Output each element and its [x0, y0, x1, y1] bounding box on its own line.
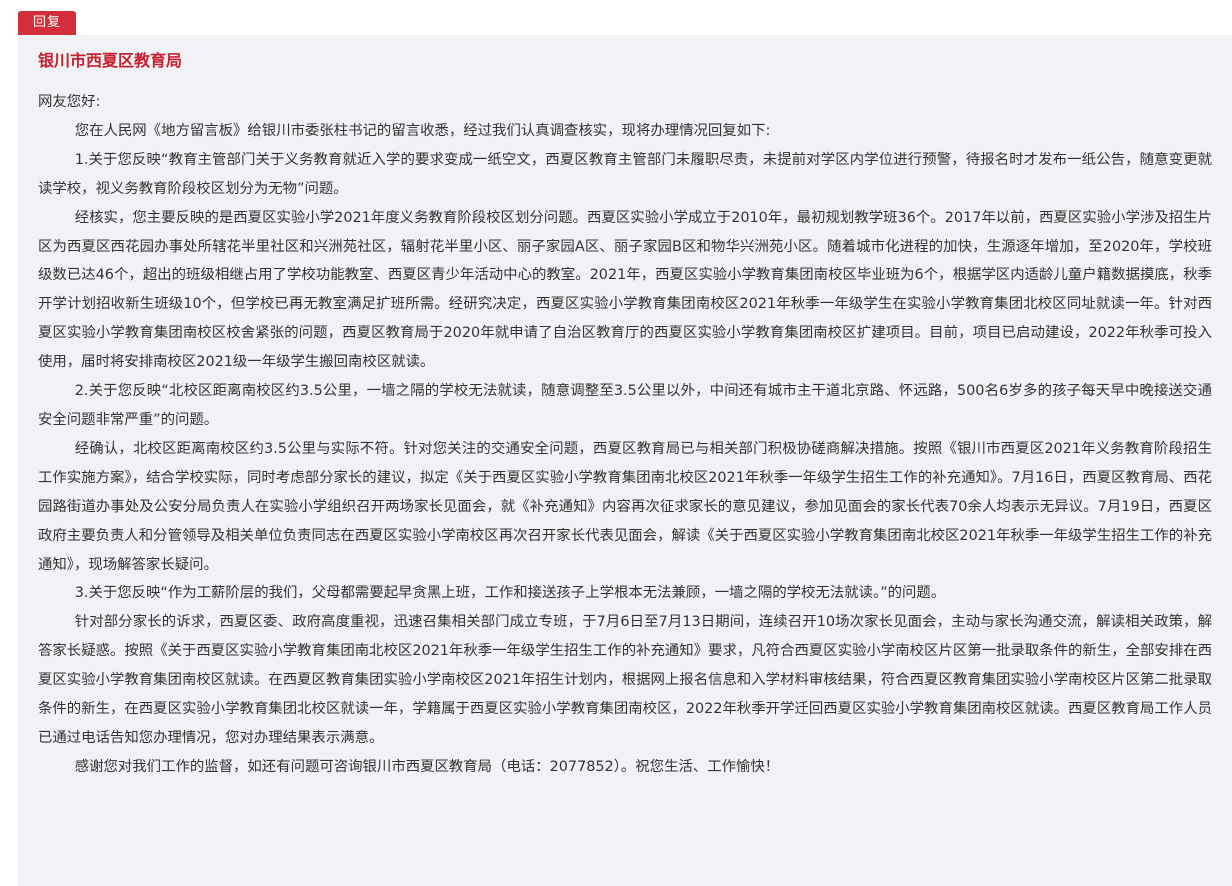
reply-paragraph-issue-2: 2.关于您反映“北校区距离南校区约3.5公里，一墙之隔的学校无法就读，随意调整至… — [38, 383, 1212, 428]
reply-paragraph-issue-1: 1.关于您反映“教育主管部门关于义务教育就近入学的要求变成一纸空文，西夏区教育主… — [38, 151, 1212, 197]
organization-title: 银川市西夏区教育局 — [38, 51, 183, 70]
reply-panel: 银川市西夏区教育局 网友您好: 您在人民网《地方留言板》给银川市委张柱书记的留言… — [18, 35, 1232, 886]
reply-paragraph-intro: 您在人民网《地方留言板》给银川市委张柱书记的留言收悉，经过我们认真调查核实，现将… — [74, 122, 771, 139]
reply-paragraph-answer-3: 针对部分家长的诉求，西夏区委、政府高度重视，迅速召集相关部门成立专班，于7月6日… — [38, 614, 1212, 746]
greeting-text: 网友您好: — [38, 94, 101, 110]
reply-paragraph-answer-1: 经核实，您主要反映的是西夏区实验小学2021年度义务教育阶段校区划分问题。西夏区… — [38, 209, 1212, 371]
reply-paragraph-issue-3: 3.关于您反映“作为工薪阶层的我们，父母都需要起早贪黑上班，工作和接送孩子上学根… — [74, 585, 946, 602]
reply-paragraph-answer-2: 经确认，北校区距离南校区约3.5公里与实际不符。针对您关注的交通安全问题，西夏区… — [38, 440, 1212, 573]
reply-tab: 回复 — [18, 11, 76, 35]
reply-paragraph-closing: 感谢您对我们工作的监督，如还有问题可咨询银川市西夏区教育局（电话：2077852… — [74, 758, 780, 775]
reply-content: 网友您好: 您在人民网《地方留言板》给银川市委张柱书记的留言收悉，经过我们认真调… — [38, 88, 1212, 782]
